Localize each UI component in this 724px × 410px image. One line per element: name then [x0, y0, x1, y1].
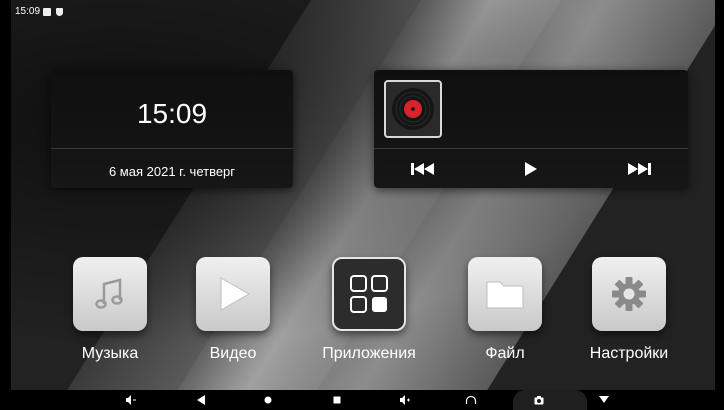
app-label: Музыка — [81, 345, 139, 362]
skip-next-icon — [628, 163, 651, 175]
notification-square-icon — [43, 8, 51, 16]
volume-down-icon — [126, 395, 136, 405]
app-label: Настройки — [589, 345, 669, 362]
app-label: Файл — [485, 345, 525, 362]
back-button[interactable] — [191, 390, 211, 410]
skip-previous-icon — [411, 163, 434, 175]
previous-track-button[interactable] — [407, 158, 437, 180]
divider — [51, 148, 293, 149]
volume-up-button[interactable] — [395, 390, 415, 410]
status-bar: 15:09 — [11, 0, 715, 25]
headphones-button[interactable] — [461, 390, 481, 410]
app-grid-icon — [332, 257, 406, 331]
nav-pill-highlight — [513, 390, 587, 410]
status-time: 15:09 — [15, 6, 41, 17]
triangle-down-icon — [599, 396, 609, 403]
app-label: Приложения — [322, 345, 416, 362]
music-note-icon — [73, 257, 147, 331]
next-track-button[interactable] — [625, 158, 655, 180]
wallpaper — [11, 0, 715, 390]
volume-up-icon — [400, 395, 410, 405]
clock-widget[interactable]: 15:09 6 мая 2021 г. четверг — [51, 70, 293, 188]
navigation-bar — [11, 390, 715, 410]
android-head-unit-home: 15:09 15:09 6 мая 2021 г. четверг Музыка… — [0, 0, 724, 410]
play-icon — [196, 257, 270, 331]
media-widget — [374, 70, 688, 188]
album-art[interactable] — [384, 80, 442, 138]
clock-time: 15:09 — [136, 98, 208, 129]
home-button[interactable] — [258, 390, 278, 410]
play-icon — [525, 162, 537, 176]
folder-icon — [468, 257, 542, 331]
dropdown-button[interactable] — [594, 390, 614, 410]
app-label: Видео — [209, 345, 257, 362]
gear-icon — [592, 257, 666, 331]
play-button[interactable] — [516, 158, 546, 180]
divider — [374, 148, 688, 149]
camera-button[interactable] — [529, 390, 549, 410]
recents-icon — [333, 396, 341, 404]
headphones-icon — [465, 395, 477, 404]
volume-down-button[interactable] — [121, 390, 141, 410]
right-bezel — [715, 0, 724, 410]
camera-icon — [534, 395, 544, 404]
home-icon — [264, 396, 272, 404]
clock-date: 6 мая 2021 г. четверг — [108, 164, 236, 179]
left-bezel — [0, 0, 11, 410]
back-icon — [197, 395, 205, 405]
shield-icon — [56, 8, 63, 16]
wallpaper-shade — [11, 0, 715, 390]
vinyl-record-icon — [392, 88, 434, 130]
recents-button[interactable] — [327, 390, 347, 410]
